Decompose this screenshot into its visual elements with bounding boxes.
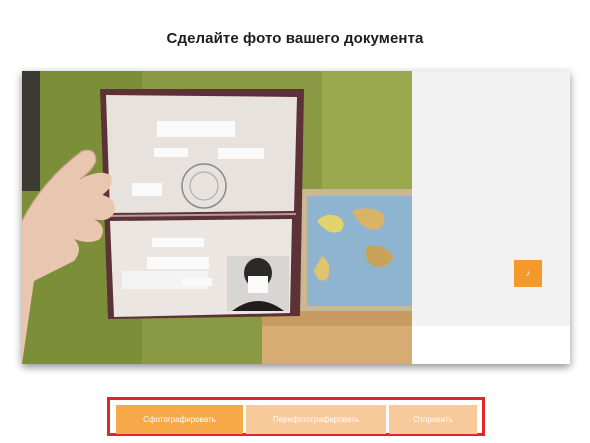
page-title: Сделайте фото вашего документа [166,30,424,47]
retake-photo-button[interactable]: Перефотографировать [246,405,386,434]
camera-feed [22,71,412,364]
take-photo-button[interactable]: Сфотографировать [116,405,243,434]
confirm-small-button[interactable]: ♪ [514,260,542,287]
action-buttons-group: Сфотографировать Перефотографировать Отп… [107,397,485,436]
preview-footer [412,326,570,364]
photo-capture-panel [22,71,570,364]
photo-preview-area [412,71,570,326]
camera-feed-image [22,71,412,364]
send-button[interactable]: Отправить [389,405,477,434]
